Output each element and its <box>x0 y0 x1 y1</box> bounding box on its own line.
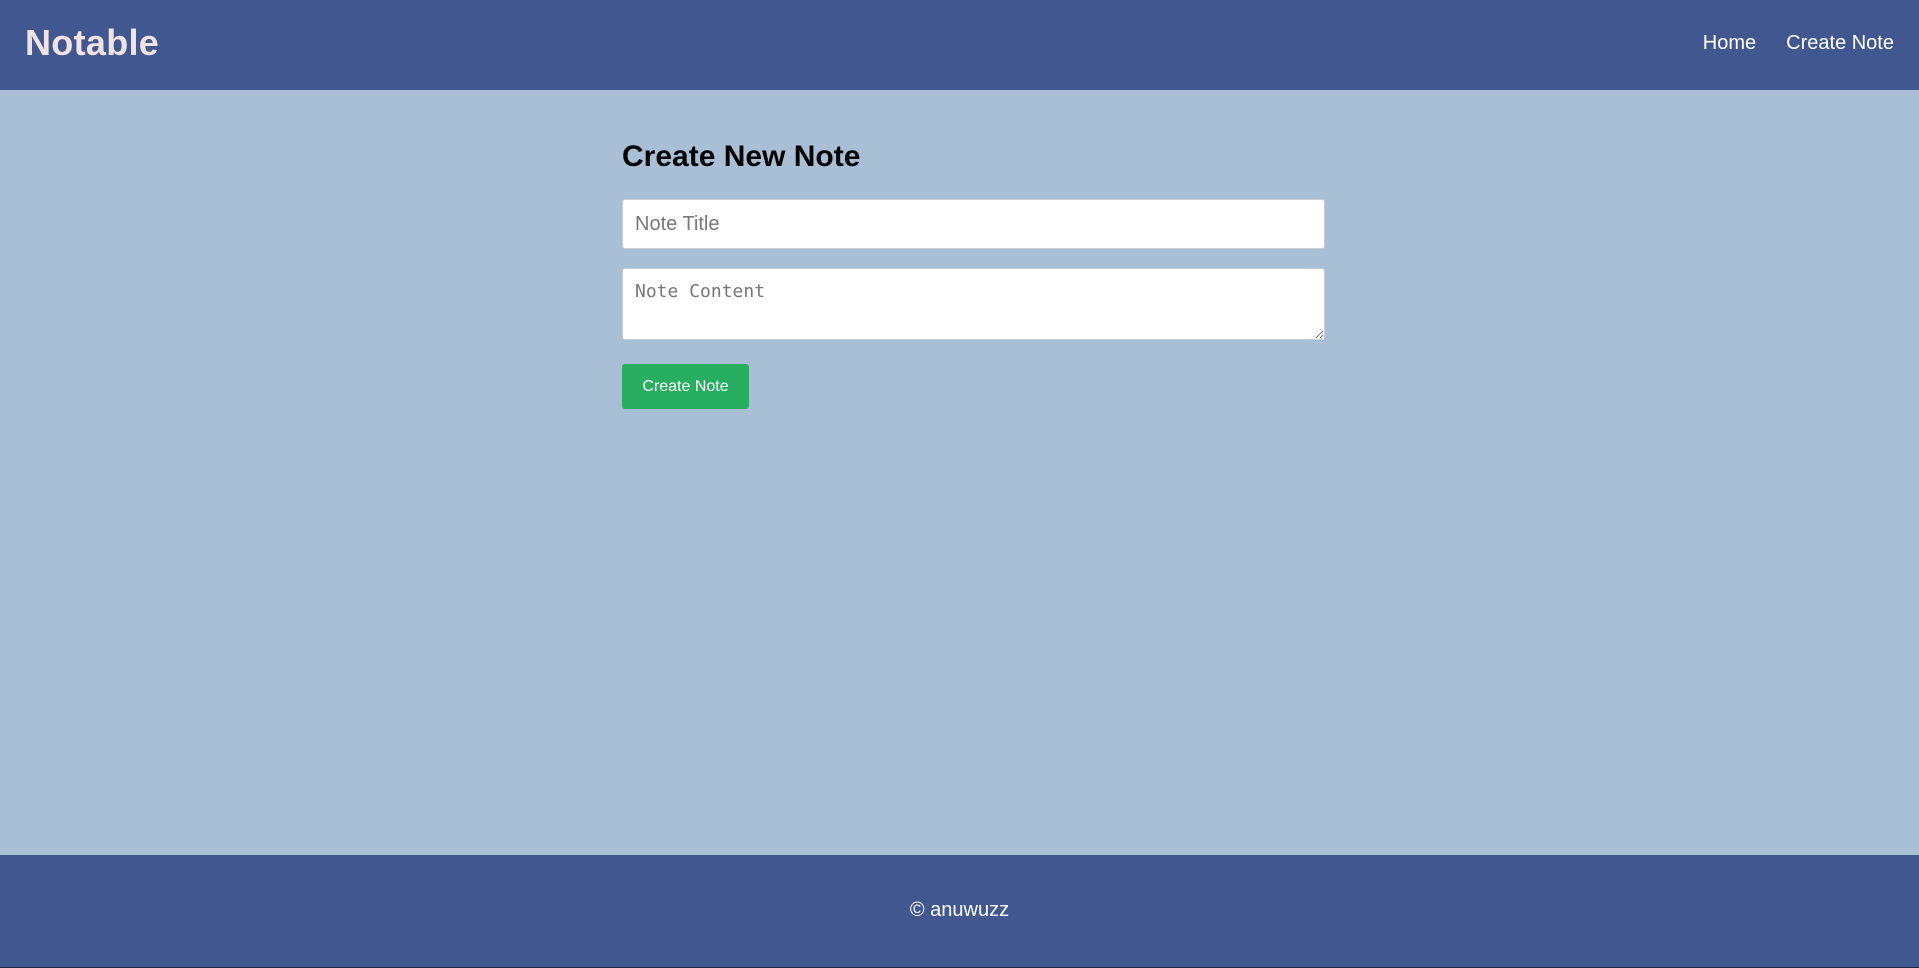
nav-links: Home Create Note <box>1703 32 1894 55</box>
footer: © anuwuzz <box>0 855 1919 968</box>
create-note-button[interactable]: Create Note <box>622 364 749 409</box>
note-content-textarea[interactable] <box>622 268 1325 340</box>
footer-copyright: © anuwuzz <box>909 898 1010 921</box>
brand-logo[interactable]: Notable <box>25 22 159 64</box>
nav-link-home[interactable]: Home <box>1703 32 1756 55</box>
main-content: Create New Note Create Note <box>0 90 1919 855</box>
nav-link-create-note[interactable]: Create Note <box>1786 32 1894 55</box>
navbar: Notable Home Create Note <box>0 0 1919 90</box>
note-title-input[interactable] <box>622 199 1325 249</box>
create-note-form: Create New Note Create Note <box>622 138 1325 409</box>
page-title: Create New Note <box>622 140 861 173</box>
